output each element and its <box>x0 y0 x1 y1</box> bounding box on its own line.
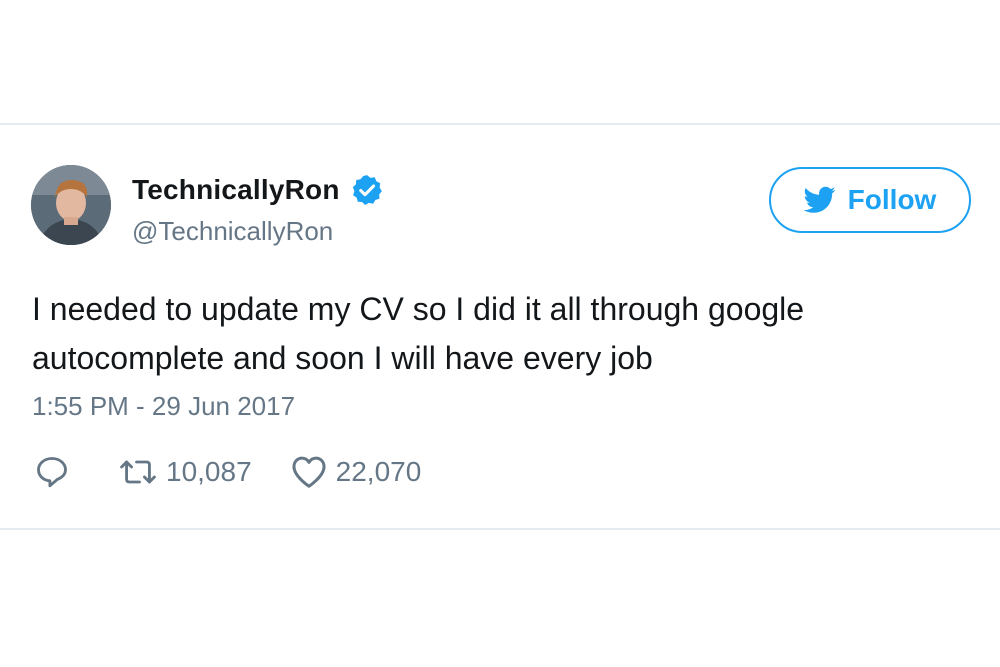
like-count: 22,070 <box>335 456 422 487</box>
follow-button-label: Follow <box>847 184 937 215</box>
user-name-row: TechnicallyRon <box>132 170 384 210</box>
tweet-text: I needed to update my CV so I did it all… <box>32 285 932 383</box>
divider-bottom <box>0 528 1000 530</box>
retweet-icon <box>120 460 156 484</box>
avatar[interactable] <box>31 165 111 245</box>
retweet-count: 10,087 <box>166 456 252 487</box>
tweet-embed: TechnicallyRon @TechnicallyRon Follow I … <box>0 0 1000 667</box>
tweet-text-line: I needed to update my CV so I did it all… <box>32 291 805 327</box>
user-handle[interactable]: @TechnicallyRon <box>132 216 333 247</box>
retweet-button[interactable]: 10,087 <box>118 454 252 490</box>
twitter-bird-icon <box>803 186 836 214</box>
divider-top <box>0 123 1000 125</box>
like-button[interactable]: 22,070 <box>290 454 422 490</box>
tweet-text-line: autocomplete and soon I will have every … <box>32 340 653 376</box>
tweet-timestamp[interactable]: 1:55 PM - 29 Jun 2017 <box>32 391 295 422</box>
avatar-image <box>31 165 111 245</box>
verified-badge-icon <box>350 173 384 207</box>
reply-button[interactable] <box>34 454 70 490</box>
heart-icon <box>292 456 326 488</box>
display-name[interactable]: TechnicallyRon <box>132 174 340 206</box>
follow-button[interactable]: Follow <box>769 167 971 233</box>
reply-icon <box>37 457 67 488</box>
tweet-actions: 10,087 22,070 <box>34 450 421 494</box>
